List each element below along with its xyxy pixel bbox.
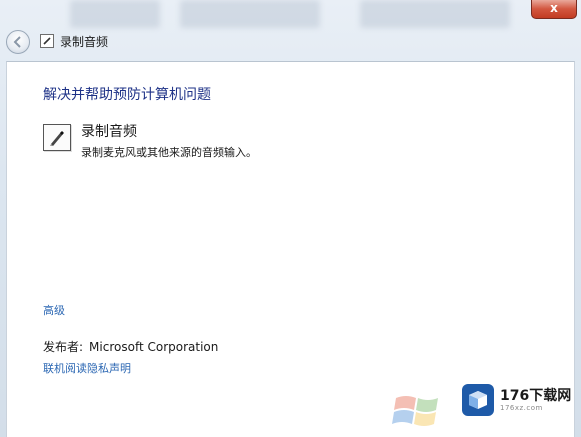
blurred-background bbox=[70, 0, 160, 28]
microphone-pen-icon bbox=[43, 124, 71, 151]
window-frame: x 录制音频 解决并帮助预防计算机问题 录制音频 录制麦克风或其他来源的音频输入… bbox=[0, 0, 581, 437]
cube-logo-icon bbox=[462, 384, 494, 416]
windows-logo-icon bbox=[392, 396, 438, 426]
back-button[interactable] bbox=[6, 30, 30, 54]
troubleshooter-icon bbox=[40, 34, 54, 48]
watermark-url: 176xz.com bbox=[500, 404, 543, 412]
item-title: 录制音频 bbox=[81, 124, 137, 140]
watermark-name: 176下载网 bbox=[500, 388, 572, 404]
blurred-background bbox=[360, 0, 510, 28]
close-button[interactable]: x bbox=[531, 0, 577, 19]
page-title: 解决并帮助预防计算机问题 bbox=[43, 87, 211, 103]
privacy-link[interactable]: 联机阅读隐私声明 bbox=[43, 360, 131, 376]
publisher-value: Microsoft Corporation bbox=[89, 340, 219, 354]
window-title: 录制音频 bbox=[60, 34, 109, 49]
advanced-link[interactable]: 高级 bbox=[43, 302, 65, 318]
item-description: 录制麦克风或其他来源的音频输入。 bbox=[81, 146, 257, 159]
watermark: 176下载网 176xz.com bbox=[462, 380, 578, 420]
blurred-background bbox=[180, 0, 320, 28]
back-arrow-icon bbox=[13, 36, 21, 48]
publisher-label: 发布者: bbox=[43, 340, 84, 354]
breadcrumb: 录制音频 bbox=[40, 32, 108, 50]
publisher-info: 发布者: Microsoft Corporation bbox=[43, 338, 218, 355]
troubleshooter-item[interactable]: 录制音频 录制麦克风或其他来源的音频输入。 bbox=[43, 124, 257, 160]
